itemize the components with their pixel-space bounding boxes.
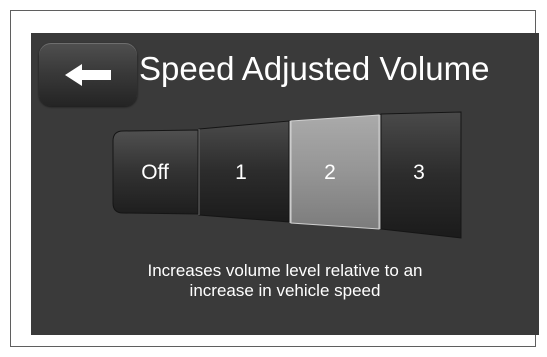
option-off[interactable]	[113, 130, 198, 214]
left-arrow-icon	[65, 64, 111, 86]
option-2[interactable]	[291, 117, 379, 227]
option-3[interactable]	[381, 114, 461, 236]
display-screen: Speed Adjusted Volume Off 1 2 3 Increase…	[31, 33, 539, 335]
page-title: Speed Adjusted Volume	[139, 50, 490, 87]
description-line-2: increase in vehicle speed	[189, 281, 381, 300]
back-button[interactable]	[39, 43, 137, 106]
description-text: Increases volume level relative to an in…	[31, 261, 539, 301]
volume-level-selector: Off 1 2 3	[111, 111, 466, 241]
description-line-1: Increases volume level relative to an	[147, 261, 423, 280]
option-1[interactable]	[199, 123, 289, 221]
